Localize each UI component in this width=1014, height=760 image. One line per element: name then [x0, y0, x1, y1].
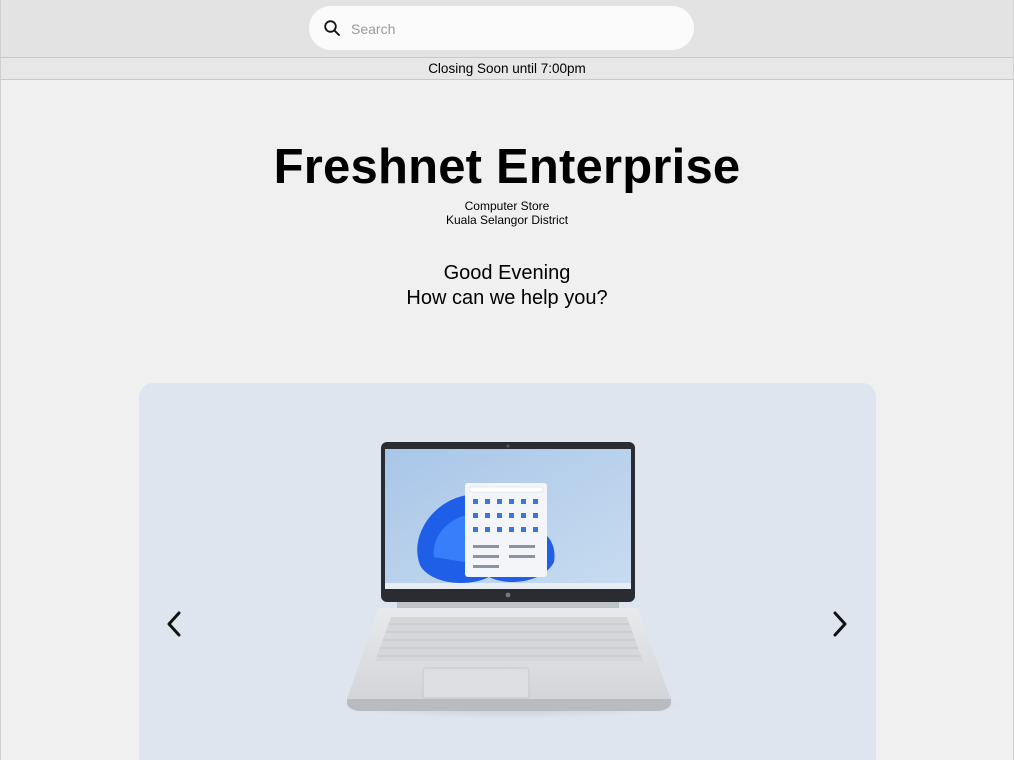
page: Closing Soon until 7:00pm Freshnet Enter… — [0, 0, 1014, 760]
search-icon[interactable] — [323, 19, 341, 37]
top-bar — [1, 0, 1013, 58]
chevron-right-icon — [833, 611, 847, 637]
carousel-prev-button[interactable] — [161, 607, 191, 641]
search-box[interactable] — [309, 6, 694, 50]
product-carousel — [139, 383, 876, 760]
chevron-left-icon — [167, 611, 181, 637]
store-location: Kuala Selangor District — [445, 213, 569, 227]
store-hours-banner: Closing Soon until 7:00pm — [1, 58, 1013, 80]
search-input[interactable] — [349, 14, 683, 44]
store-name: Freshnet Enterprise — [273, 140, 741, 194]
greeting-text: Good Evening — [443, 262, 571, 284]
carousel-next-button[interactable] — [825, 607, 855, 641]
store-category: Computer Store — [464, 199, 550, 213]
help-prompt: How can we help you? — [406, 287, 608, 309]
laptop-product-image — [339, 442, 679, 719]
